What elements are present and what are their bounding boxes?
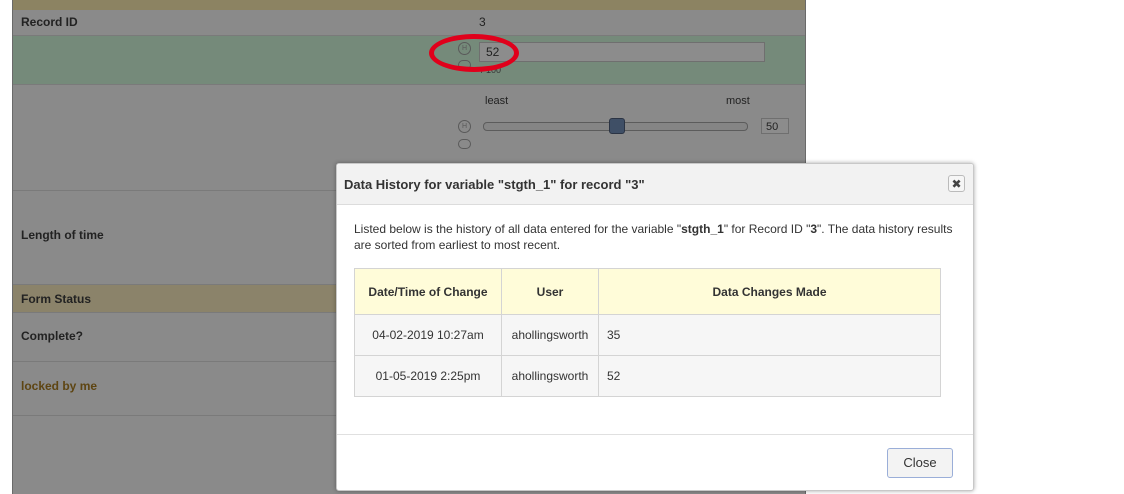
slider-value-box[interactable]: 50 [761,118,789,134]
col-header-date: Date/Time of Change [354,268,502,315]
close-button[interactable]: Close [887,448,953,478]
slider-least-label: least [485,95,509,107]
cell-date: 01-05-2019 2:25pm [354,355,502,397]
col-header-user: User [501,268,599,315]
stgth-value-input[interactable]: 52 [479,42,765,62]
cell-value: 35 [598,314,941,356]
dialog-title: Data History for variable "stgth_1" for … [344,177,645,192]
history-icon[interactable]: H [458,120,471,133]
record-id-label: Record ID [21,15,78,29]
cell-user: ahollingsworth [501,314,599,356]
table-row: 01-05-2019 2:25pm ahollingsworth 52 [354,355,941,397]
desc-text: Listed below is the history of all data … [354,222,682,236]
desc-variable: stgth_1 [681,222,724,236]
history-header-row: Date/Time of Change User Data Changes Ma… [354,268,941,315]
slider-most-label: most [726,95,750,107]
col-header-changes: Data Changes Made [598,268,941,315]
stgth-field-row: H 52 / 100 [13,36,805,85]
locked-by-me-label: locked by me [21,379,98,393]
red-circle-annotation [429,34,519,72]
form-status-label: Form Status [21,292,92,306]
slider-track[interactable] [483,118,748,134]
length-of-time-label: Length of time [21,228,104,242]
comment-icon[interactable] [458,139,471,149]
data-history-dialog: Data History for variable "stgth_1" for … [336,163,974,491]
complete-label: Complete? [21,329,84,343]
desc-text: " for Record ID " [723,222,811,236]
history-table: Date/Time of Change User Data Changes Ma… [354,268,941,397]
close-x-icon[interactable]: ✖ [948,175,965,192]
slider-thumb[interactable] [608,118,625,134]
dialog-description: Listed below is the history of all data … [354,221,954,253]
table-row: 04-02-2019 10:27am ahollingsworth 35 [354,314,941,356]
cell-date: 04-02-2019 10:27am [354,314,502,356]
cell-value: 52 [598,355,941,397]
record-id-row: Record ID 3 [13,10,805,36]
dialog-footer-divider [337,434,973,435]
record-id-value: 3 [479,15,486,29]
dialog-title-bar: Data History for variable "stgth_1" for … [337,164,973,205]
cell-user: ahollingsworth [501,355,599,397]
